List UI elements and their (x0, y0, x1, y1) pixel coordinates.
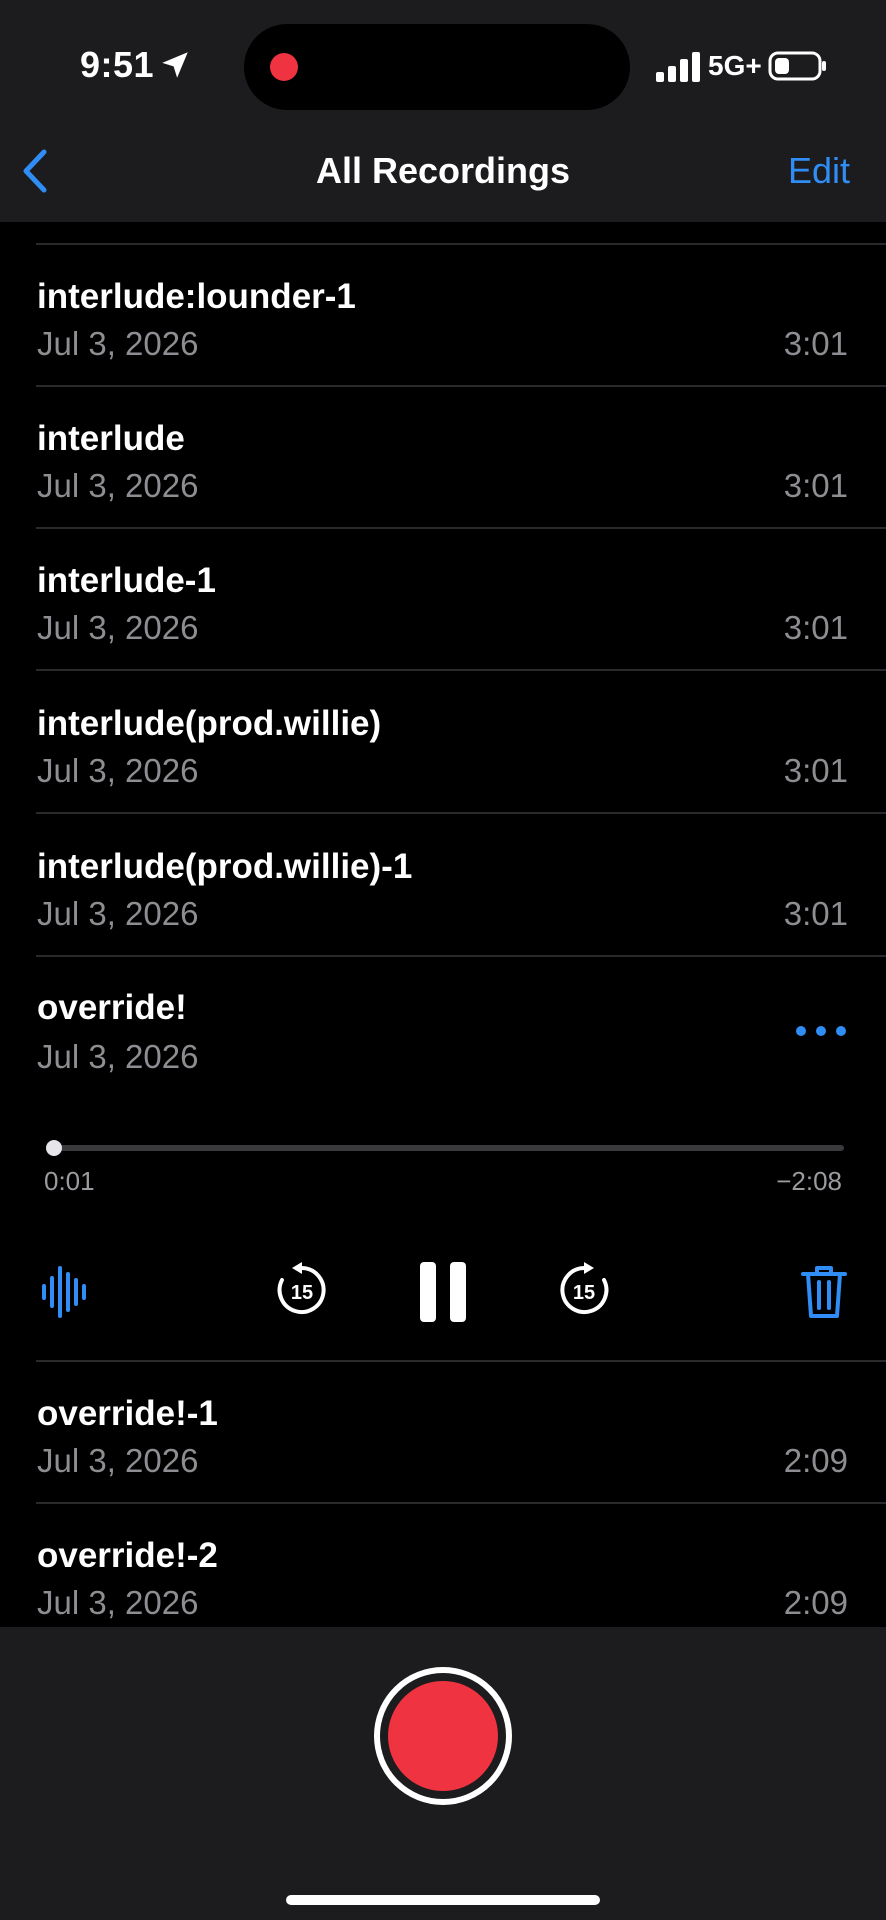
header: 9:51 5G+ All Recordings Edit (0, 0, 886, 222)
network-type: 5G+ (708, 50, 762, 81)
record-button[interactable] (374, 1667, 512, 1805)
skip-back-15-icon[interactable]: 15 (272, 1260, 332, 1320)
more-options-icon[interactable] (796, 1024, 846, 1038)
recording-date: Jul 3, 2026 (37, 467, 199, 504)
record-bar (0, 1627, 886, 1920)
recording-title: interlude(prod.willie) (37, 704, 382, 743)
trash-icon[interactable] (800, 1264, 848, 1320)
recording-title: override!-2 (37, 1536, 218, 1575)
recording-duration: 2:09 (783, 1584, 848, 1621)
recording-duration: 3:01 (783, 325, 848, 362)
recording-duration: 2:09 (783, 1442, 848, 1479)
record-dot-icon (388, 1681, 498, 1791)
recording-title: interlude(prod.willie)-1 (37, 847, 413, 886)
status-time: 9:51 (80, 44, 155, 85)
recording-date: Jul 3, 2026 (37, 609, 199, 646)
home-indicator[interactable] (286, 1895, 600, 1905)
recording-title: interlude:lounder-1 (37, 277, 356, 316)
edit-button[interactable]: Edit (788, 150, 850, 192)
recording-duration: 3:01 (783, 895, 848, 932)
recording-date: Jul 3, 2026 (37, 1584, 199, 1621)
recording-row[interactable]: interlude Jul 3, 2026 3:01 (0, 387, 886, 529)
recording-date: Jul 3, 2026 (37, 895, 199, 932)
recording-row[interactable]: interlude:lounder-1 Jul 3, 2026 3:01 (0, 245, 886, 387)
recording-date: Jul 3, 2026 (37, 325, 199, 362)
skip-forward-label: 15 (573, 1282, 595, 1304)
recording-row[interactable]: interlude-1 Jul 3, 2026 3:01 (0, 529, 886, 671)
recording-row[interactable]: interlude(prod.willie)-1 Jul 3, 2026 3:0… (0, 815, 886, 957)
signal-bars-icon (656, 52, 700, 82)
playback-scrubber[interactable] (48, 1145, 844, 1151)
waveform-icon[interactable] (40, 1264, 88, 1320)
location-arrow-icon (162, 52, 188, 78)
expanded-recording: override! Jul 3, 2026 0:01 −2:08 15 15 (0, 958, 886, 1362)
recording-date: Jul 3, 2026 (37, 752, 199, 789)
recording-duration: 3:01 (783, 752, 848, 789)
recording-row[interactable]: override!-2 Jul 3, 2026 2:09 (0, 1504, 886, 1646)
recording-date: Jul 3, 2026 (37, 1038, 199, 1075)
skip-back-label: 15 (291, 1282, 313, 1304)
voice-memos-screen: 9:51 5G+ All Recordings Edit interlude:l… (0, 0, 886, 1920)
recording-title[interactable]: override! (37, 988, 187, 1028)
scrubber-handle[interactable] (46, 1140, 63, 1156)
dynamic-island (244, 24, 630, 110)
recording-duration: 3:01 (783, 609, 848, 646)
divider (36, 812, 886, 814)
recording-title: override!-1 (37, 1394, 218, 1433)
battery-icon (768, 51, 826, 81)
skip-forward-15-icon[interactable]: 15 (554, 1260, 614, 1320)
recording-dot-icon (270, 53, 298, 81)
recording-duration: 3:01 (783, 467, 848, 504)
page-title: All Recordings (315, 150, 571, 191)
divider (36, 955, 886, 957)
recording-title: interlude-1 (37, 561, 216, 600)
recording-row[interactable]: override!-1 Jul 3, 2026 2:09 (0, 1362, 886, 1504)
elapsed-time: 0:01 (44, 1166, 95, 1196)
pause-icon[interactable] (418, 1260, 468, 1324)
divider (36, 669, 886, 671)
recording-date: Jul 3, 2026 (37, 1442, 199, 1479)
recording-row[interactable]: interlude(prod.willie) Jul 3, 2026 3:01 (0, 672, 886, 814)
recording-title: interlude (37, 419, 185, 458)
remaining-time: −2:08 (776, 1166, 842, 1196)
